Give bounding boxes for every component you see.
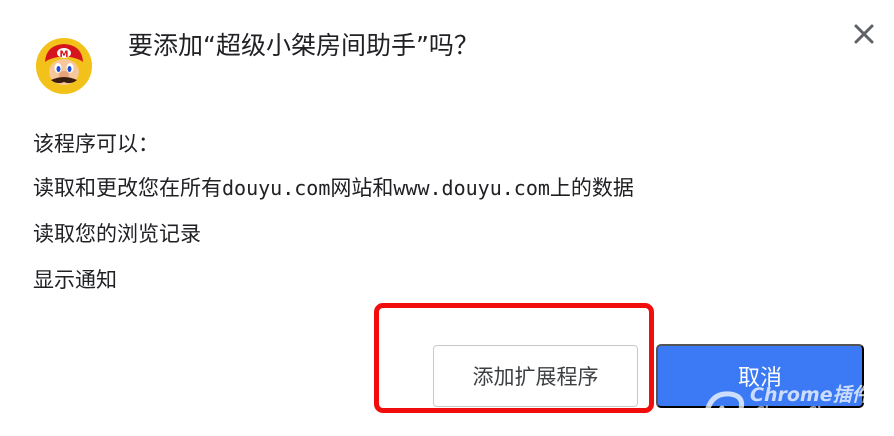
close-icon[interactable] [846,16,882,52]
permission-text: 网站和 [330,176,394,200]
mario-avatar-icon: M [36,38,92,94]
dialog-title: 要添加“超级小桀房间助手”吗？ [128,31,479,60]
watermark-site: ChromeCJ.com [756,404,854,418]
extension-install-dialog: M 要添加“超级小桀房间助手”吗？ 该程序可以： 读取和更改您在所有douyu.… [0,0,894,436]
permissions-list: 读取和更改您在所有douyu.com网站和www.douyu.com上的数据 读… [33,172,634,310]
watermark-brand: Chrome插件 [750,384,871,406]
permissions-heading: 该程序可以： [33,132,159,156]
permission-item-show-notifications: 显示通知 [33,264,634,310]
permission-item-read-history: 读取您的浏览记录 [33,218,634,264]
domain-text: www.douyu.com [393,176,550,200]
permission-text: 读取您的浏览记录 [33,222,201,246]
permission-text: 显示通知 [33,268,117,292]
domain-text: douyu.com [222,176,331,200]
permission-text: 上的数据 [549,176,634,200]
add-extension-button[interactable]: 添加扩展程序 [433,345,638,407]
permission-item-read-change-data: 读取和更改您在所有douyu.com网站和www.douyu.com上的数据 [33,172,634,218]
permission-text: 读取和更改您在所有 [33,176,222,200]
svg-text:M: M [60,50,69,60]
